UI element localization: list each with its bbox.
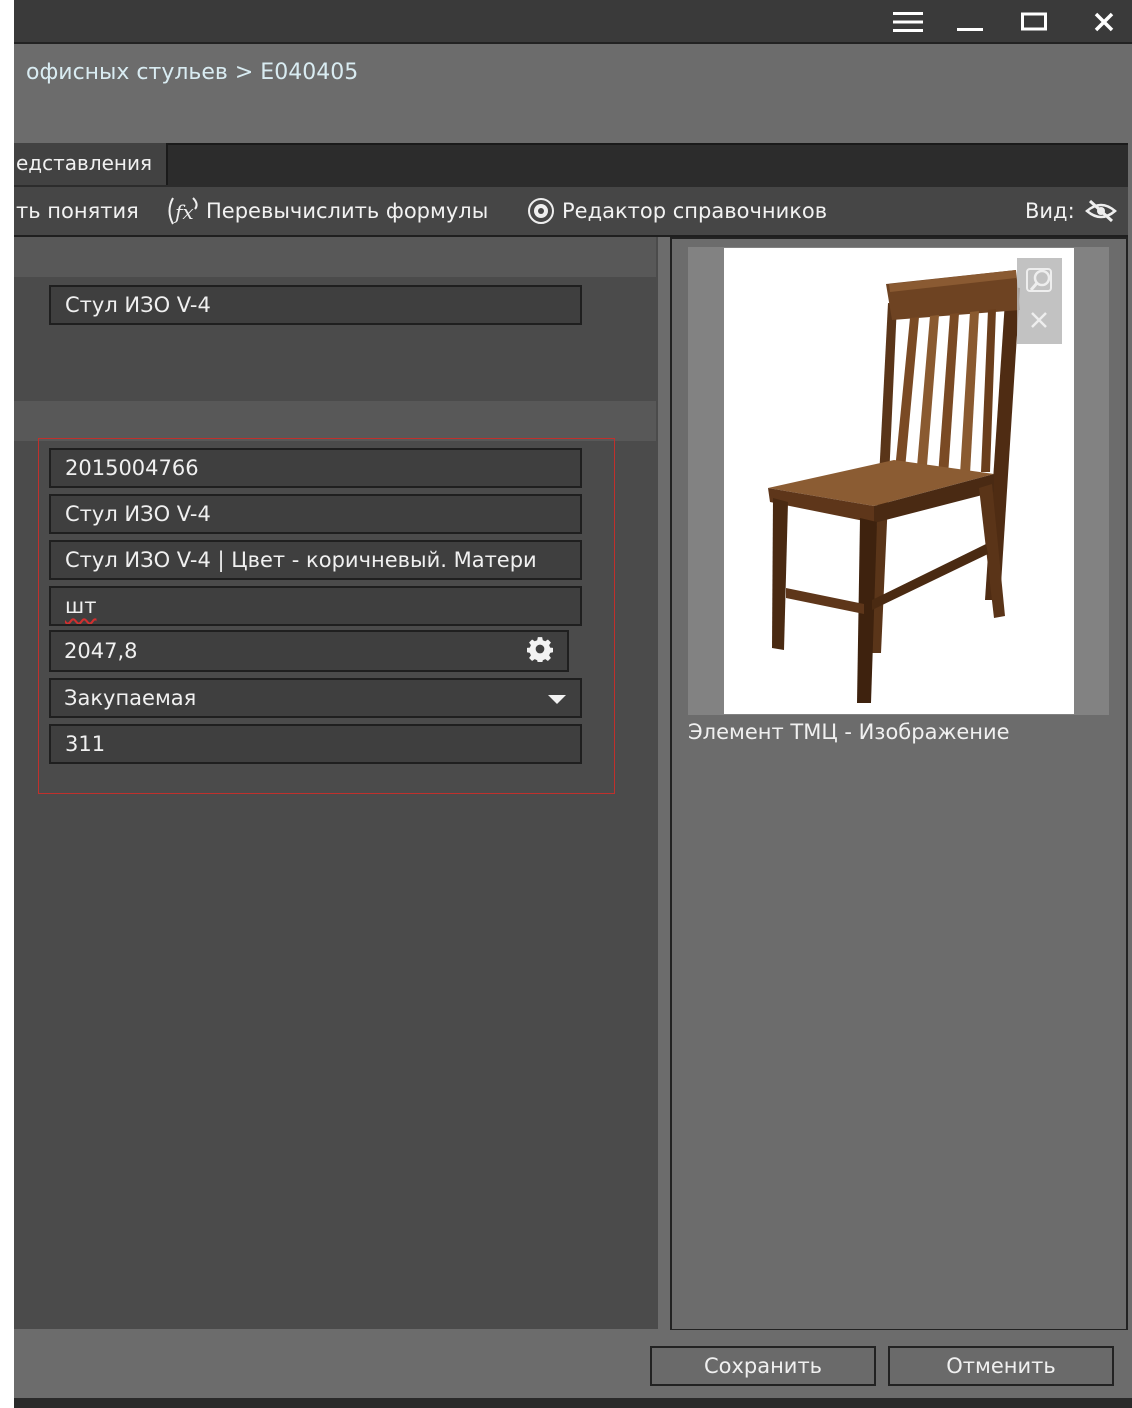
minimize-icon [957,28,983,31]
close-icon [1094,12,1114,32]
unit-value: шт [65,594,97,618]
menu-icon [893,12,923,32]
price-field[interactable]: 2047,8 [49,630,569,672]
tab-representations[interactable]: едставления [14,143,168,185]
gear-icon[interactable] [527,636,553,667]
recalc-formulas-button[interactable]: fx Перевычислить формулы [164,187,488,235]
section-header-details [14,401,656,441]
type-select[interactable]: Закупаемая [49,678,582,718]
concepts-label: ть понятия [16,199,139,223]
save-button[interactable]: Сохранить [650,1346,876,1386]
maximize-icon [1021,12,1047,31]
type-value: Закупаемая [64,686,197,710]
svg-text:fx: fx [173,200,194,224]
code-field[interactable]: 2015004766 [49,448,582,488]
remove-image-icon[interactable] [1030,311,1048,333]
full-name-field[interactable]: Стул ИЗО V-4 | Цвет - коричневый. Матери [49,540,582,580]
breadcrumb[interactable]: офисных стульев > Е040405 [26,60,358,85]
price-value: 2047,8 [64,639,138,663]
menu-button[interactable] [886,6,930,38]
cancel-button[interactable]: Отменить [888,1346,1114,1386]
tab-strip [14,143,1128,187]
section-header-general [14,237,656,277]
background-strip [0,0,14,1408]
image-caption: Элемент ТМЦ - Изображение [688,720,1010,744]
maximize-button[interactable] [1012,6,1056,38]
dictionary-editor-button[interactable]: Редактор справочников [526,187,827,235]
gear-icon [526,196,556,226]
close-window-button[interactable] [1082,6,1126,38]
concepts-button[interactable]: ть понятия [16,187,139,235]
view-label: Вид: [1025,199,1075,223]
view-button[interactable]: Вид: [1025,187,1123,235]
account-field[interactable]: 311 [49,724,582,764]
fx-icon: fx [164,195,200,227]
bottom-border [14,1398,1132,1408]
minimize-button[interactable] [948,6,992,38]
unit-field[interactable]: шт [49,586,582,626]
name-field[interactable]: Стул ИЗО V-4 [49,285,582,325]
short-name-field[interactable]: Стул ИЗО V-4 [49,494,582,534]
eye-slash-icon [1084,199,1117,223]
chevron-down-icon [548,686,566,710]
recalc-formulas-label: Перевычислить формулы [206,199,489,223]
zoom-icon[interactable] [1024,264,1056,300]
dictionary-editor-label: Редактор справочников [562,199,828,223]
